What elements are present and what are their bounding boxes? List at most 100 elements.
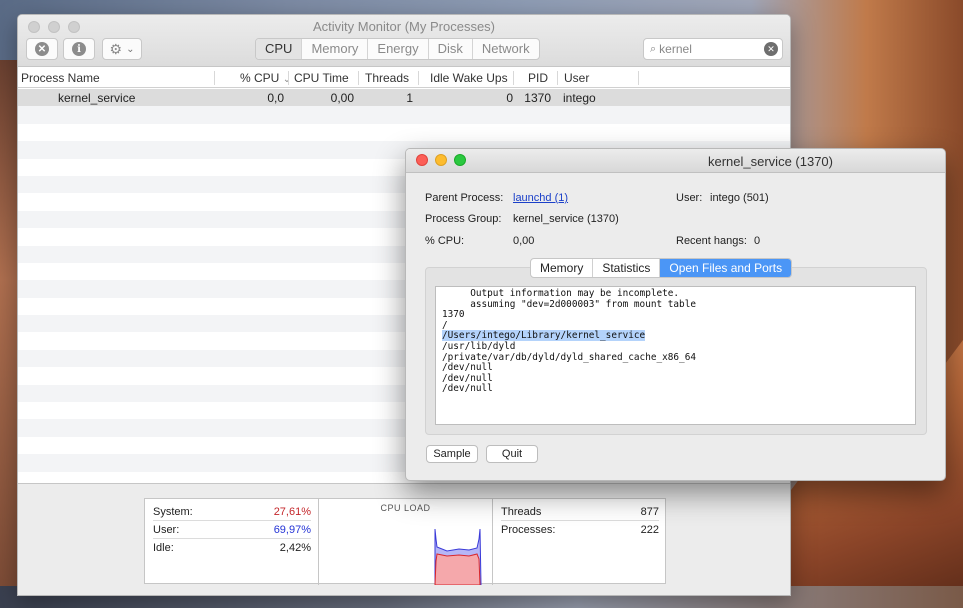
column-idle-wake-ups[interactable]: Idle Wake Ups <box>430 71 508 85</box>
inspector-minimize-button[interactable] <box>435 154 447 166</box>
cpu-load-system-area <box>434 553 481 585</box>
window-title: Activity Monitor (My Processes) <box>312 19 496 34</box>
column-cpu-label: % CPU <box>240 71 280 85</box>
process-inspector-window: kernel_service (1370) Parent Process: la… <box>405 148 946 481</box>
inspector-zoom-button[interactable] <box>454 154 466 166</box>
column-cpu[interactable]: % CPU ⌄ <box>240 71 291 85</box>
recent-hangs-value: 0 <box>754 235 761 247</box>
cpu-load-chart <box>434 528 482 585</box>
tab-statistics[interactable]: Statistics <box>593 259 661 277</box>
sort-chevron-icon: ⌄ <box>282 74 292 85</box>
info-icon: i <box>72 42 86 56</box>
output-line: /usr/lib/dyld <box>442 340 516 352</box>
user-value: intego (501) <box>710 192 769 204</box>
inspector-tabs: Memory Statistics Open Files and Ports <box>530 258 793 278</box>
tab-energy[interactable]: Energy <box>368 39 429 59</box>
inspector-title: kernel_service (1370) <box>707 154 833 169</box>
output-line: assuming "dev=2d000003" from mount table <box>442 298 696 310</box>
cpu-stats-box: System: 27,61% User: 69,97% Idle: 2,42% … <box>144 498 667 585</box>
idle-value: 2,42% <box>279 542 311 554</box>
output-line: /Users/intego/Library/kernel_service <box>442 330 646 342</box>
column-pid[interactable]: PID <box>528 71 548 85</box>
quit-button[interactable]: Quit <box>486 445 538 463</box>
output-line: Output information may be incomplete. <box>442 288 680 299</box>
cpu-percent-section: System: 27,61% User: 69,97% Idle: 2,42% <box>145 499 319 585</box>
tab-cpu[interactable]: CPU <box>256 39 303 59</box>
titlebar: Activity Monitor (My Processes) ✕ i ⚙ ⌄ … <box>18 15 790 67</box>
idle-row: Idle: 2,42% <box>153 540 311 557</box>
output-line: /dev/null <box>442 362 493 374</box>
processes-label: Processes: <box>501 524 556 536</box>
inspector-close-button[interactable] <box>416 154 428 166</box>
gear-icon: ⚙ <box>109 40 123 57</box>
cell-cpu-time: 0,00 <box>330 91 354 105</box>
empty-row <box>18 124 790 141</box>
system-row: System: 27,61% <box>153 504 311 521</box>
cell-user: intego <box>563 91 596 105</box>
processes-row: Processes: 222 <box>501 522 659 539</box>
tab-memory[interactable]: Memory <box>531 259 594 277</box>
column-divider <box>513 71 514 85</box>
empty-row <box>18 106 790 124</box>
thread-stats-section: Threads 877 Processes: 222 <box>493 499 667 585</box>
x-circle-icon: ✕ <box>35 42 49 56</box>
sample-button[interactable]: Sample <box>426 445 478 463</box>
tab-memory[interactable]: Memory <box>302 39 369 59</box>
cpu-load-graph: CPU LOAD <box>319 499 493 585</box>
search-field[interactable]: ⌕ kernel ✕ <box>643 38 783 60</box>
column-cpu-time[interactable]: CPU Time <box>294 71 349 85</box>
threads-value: 877 <box>640 506 659 518</box>
user-row: User: 69,97% <box>153 522 311 539</box>
inspector-titlebar: kernel_service (1370) <box>406 149 945 173</box>
cell-idle-wake-ups: 0 <box>506 91 513 105</box>
output-line: /dev/null <box>442 383 493 395</box>
threads-label: Threads <box>501 506 542 518</box>
parent-process-link[interactable]: launchd (1) <box>513 192 568 204</box>
cpu-summary-panel: System: 27,61% User: 69,97% Idle: 2,42% … <box>18 483 790 595</box>
processes-value: 222 <box>640 524 659 536</box>
parent-process-label: Parent Process: <box>425 192 504 204</box>
view-tabs: CPU Memory Energy Disk Network <box>255 38 540 60</box>
column-divider <box>557 71 558 85</box>
inspect-process-button[interactable]: i <box>63 38 95 60</box>
user-value: 69,97% <box>273 524 311 536</box>
tab-network[interactable]: Network <box>473 39 539 59</box>
system-value: 27,61% <box>273 506 311 518</box>
column-process-name[interactable]: Process Name <box>21 71 100 85</box>
column-user[interactable]: User <box>564 71 589 85</box>
output-line: /dev/null <box>442 372 493 384</box>
chevron-down-icon: ⌄ <box>126 43 135 55</box>
tab-open-files-and-ports[interactable]: Open Files and Ports <box>660 259 792 277</box>
column-threads[interactable]: Threads <box>365 71 409 85</box>
user-label: User: <box>676 192 703 204</box>
stop-process-button[interactable]: ✕ <box>26 38 58 60</box>
column-divider <box>638 71 639 85</box>
column-divider <box>214 71 215 85</box>
cell-threads: 1 <box>406 91 413 105</box>
table-row[interactable]: kernel_service 0,0 0,00 1 0 1370 intego <box>18 89 790 107</box>
cpu-label: % CPU: <box>425 235 465 247</box>
process-group-label: Process Group: <box>425 213 502 225</box>
output-line: /private/var/db/dyld/dyld_shared_cache_x… <box>442 351 696 363</box>
output-line: / <box>442 319 448 331</box>
search-input-value: kernel <box>659 42 692 56</box>
cell-cpu: 0,0 <box>267 91 284 105</box>
column-divider <box>358 71 359 85</box>
open-files-output[interactable]: Output information may be incomplete. as… <box>435 286 916 425</box>
process-group-value: kernel_service (1370) <box>513 213 619 225</box>
user-label: User: <box>153 524 180 536</box>
column-header: Process Name % CPU ⌄ CPU Time Threads Id… <box>18 68 790 88</box>
search-icon: ⌕ <box>650 42 657 55</box>
cpu-value: 0,00 <box>513 235 535 247</box>
idle-label: Idle: <box>153 542 174 554</box>
action-menu-button[interactable]: ⚙ ⌄ <box>102 38 142 60</box>
recent-hangs-label: Recent hangs: <box>676 235 747 247</box>
tab-disk[interactable]: Disk <box>429 39 473 59</box>
cell-name: kernel_service <box>58 91 136 105</box>
column-divider <box>418 71 419 85</box>
threads-row: Threads 877 <box>501 504 659 521</box>
clear-search-icon[interactable]: ✕ <box>764 42 778 56</box>
column-divider <box>288 71 289 85</box>
system-label: System: <box>153 506 193 518</box>
cell-pid: 1370 <box>524 91 551 105</box>
